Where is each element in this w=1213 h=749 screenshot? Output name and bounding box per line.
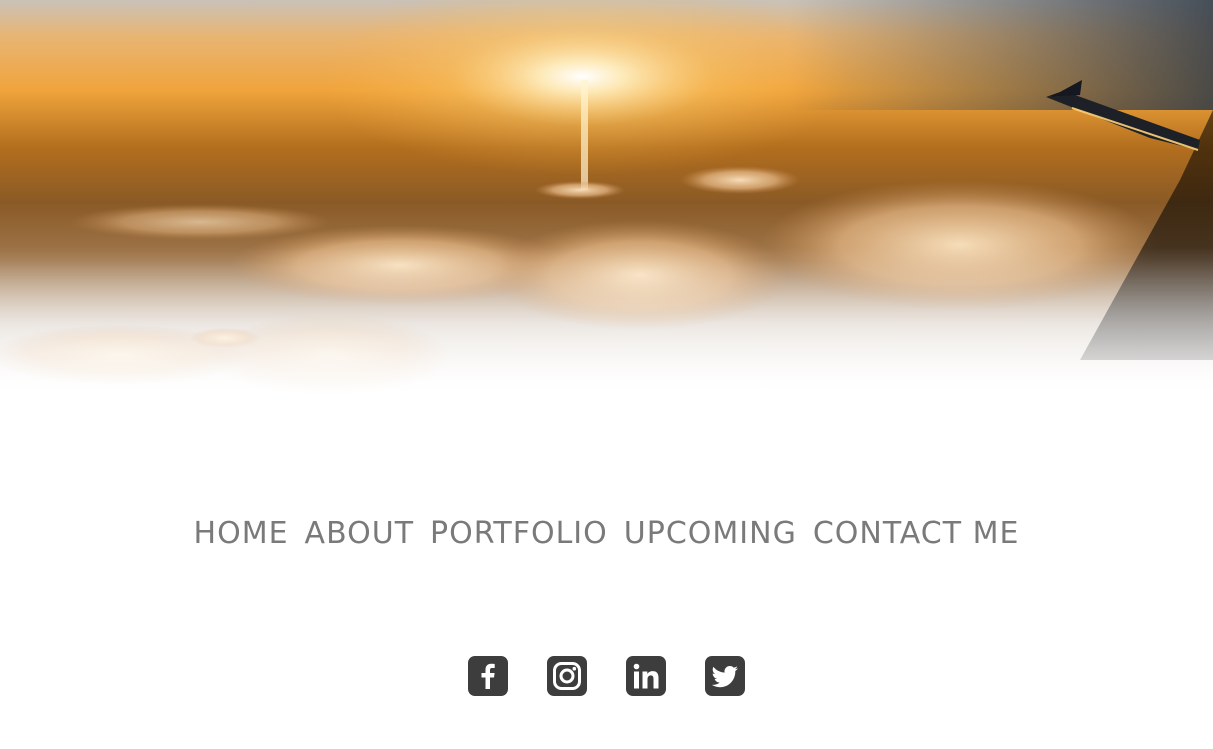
facebook-button[interactable] xyxy=(468,656,508,696)
main-nav: HOME ABOUT PORTFOLIO UPCOMING CONTACT ME xyxy=(0,514,1213,554)
nav-about-link[interactable]: ABOUT xyxy=(305,514,414,554)
page: HOME ABOUT PORTFOLIO UPCOMING CONTACT ME xyxy=(0,0,1213,749)
nav-portfolio-link[interactable]: PORTFOLIO xyxy=(430,514,608,554)
facebook-icon xyxy=(481,663,495,689)
nav-home-link[interactable]: HOME xyxy=(194,514,289,554)
linkedin-icon xyxy=(633,663,659,689)
linkedin-button[interactable] xyxy=(626,656,666,696)
hero-image xyxy=(0,0,1213,450)
instagram-icon xyxy=(553,662,581,690)
nav-contact-me-link[interactable]: CONTACT ME xyxy=(813,514,1020,554)
instagram-button[interactable] xyxy=(547,656,587,696)
twitter-button[interactable] xyxy=(705,656,745,696)
nav-upcoming-link[interactable]: UPCOMING xyxy=(624,514,797,554)
twitter-icon xyxy=(711,666,738,688)
social-links xyxy=(0,656,1213,696)
